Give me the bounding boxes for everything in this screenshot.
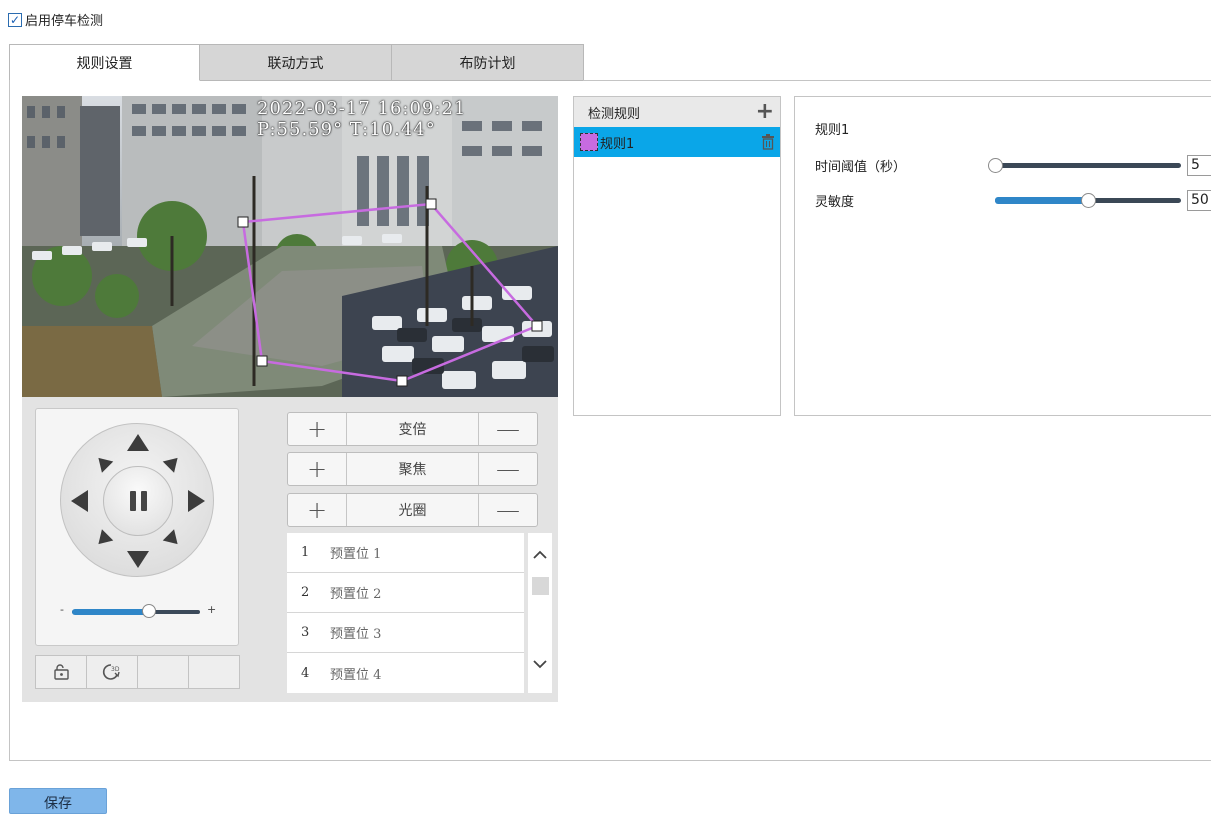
ptz-tool-slot-4[interactable] <box>188 655 240 689</box>
ptz-right-icon[interactable] <box>188 490 205 512</box>
tab-linkage[interactable]: 联动方式 <box>200 44 392 81</box>
osd-datetime: 2022-03-17 16:09:21 <box>257 98 467 119</box>
rule-params-title: 规则1 <box>815 123 850 138</box>
3d-position-icon: 3D <box>102 664 120 680</box>
enable-checkbox[interactable]: ✓ <box>8 12 22 27</box>
rule-params-panel: 规则1 时间阈值（秒） 5 灵敏度 50 <box>794 96 1211 416</box>
iris-control: + 光圈 — <box>287 493 538 527</box>
focus-label: 聚焦 <box>398 462 427 478</box>
ptz-tool-slot-3[interactable] <box>137 655 189 689</box>
lock-button[interactable] <box>35 655 87 689</box>
time-threshold-track[interactable] <box>995 163 1181 168</box>
rule-color-swatch[interactable] <box>580 133 598 151</box>
zoom-control: + 变倍 — <box>287 412 538 446</box>
video-scene <box>22 96 558 397</box>
tab-arming-schedule[interactable]: 布防计划 <box>392 44 584 81</box>
ptz-up-icon[interactable] <box>127 434 149 451</box>
focus-far-button[interactable]: — <box>478 453 537 485</box>
focus-near-button[interactable]: + <box>288 453 347 485</box>
ptz-left-icon[interactable] <box>71 490 88 512</box>
chevron-down-icon[interactable] <box>528 649 552 679</box>
scrollbar-thumb[interactable] <box>532 577 549 595</box>
zoom-in-button[interactable]: + <box>288 413 347 445</box>
preset-name: 预置位 2 <box>330 587 382 602</box>
svg-text:3D: 3D <box>111 666 120 673</box>
ptz-direction-pad[interactable] <box>60 423 214 577</box>
preset-list: 1 预置位 1 2 预置位 2 3 预置位 3 4 预置位 4 <box>287 533 524 693</box>
sensitivity-fill <box>995 197 1088 204</box>
speed-track-fill <box>72 609 149 615</box>
enable-label: 启用停车检测 <box>25 14 104 29</box>
chevron-up-icon[interactable] <box>528 539 552 569</box>
zoom-label: 变倍 <box>398 422 427 438</box>
time-threshold-label: 时间阈值（秒） <box>815 160 907 175</box>
pause-icon <box>129 491 147 511</box>
ptz-toolbar: 3D <box>35 655 240 689</box>
detection-rule-list: 检测规则 + 规则1 <box>573 96 781 416</box>
focus-control: + 聚焦 — <box>287 452 538 486</box>
preset-name: 预置位 1 <box>330 547 382 562</box>
ptz-up-right-icon[interactable] <box>162 452 184 473</box>
tab-bar: 规则设置 联动方式 布防计划 <box>9 44 584 81</box>
speed-plus-label: + <box>207 603 217 616</box>
rule-list-header: 检测规则 + <box>574 97 780 127</box>
iris-label: 光圈 <box>398 503 427 519</box>
preset-number: 3 <box>301 625 310 640</box>
rule-item-name: 规则1 <box>600 136 635 152</box>
rule-list-title: 检测规则 <box>588 106 641 122</box>
preset-number: 4 <box>301 665 310 681</box>
list-item[interactable]: 4 预置位 4 <box>287 653 524 693</box>
enable-parking-detection[interactable]: ✓ 启用停车检测 <box>8 10 103 29</box>
time-threshold-knob[interactable] <box>988 158 1003 173</box>
preset-number: 2 <box>301 585 310 600</box>
ptz-speed-slider[interactable]: - + <box>60 603 220 619</box>
speed-knob[interactable] <box>142 604 156 618</box>
lock-open-icon <box>54 664 69 680</box>
preset-name: 预置位 3 <box>330 627 382 642</box>
sensitivity-input[interactable]: 50 <box>1187 190 1211 211</box>
3d-position-button[interactable]: 3D <box>86 655 138 689</box>
tab-rule-settings[interactable]: 规则设置 <box>9 44 200 81</box>
list-item[interactable]: 2 预置位 2 <box>287 573 524 613</box>
ptz-down-left-icon[interactable] <box>92 529 114 550</box>
iris-open-button[interactable]: + <box>288 494 347 526</box>
preset-number: 1 <box>301 545 310 560</box>
speed-minus-label: - <box>60 603 64 616</box>
live-video[interactable]: 2022-03-17 16:09:21 P:55.59° T:10.44° <box>22 96 558 397</box>
list-item[interactable]: 3 预置位 3 <box>287 613 524 653</box>
sensitivity-knob[interactable] <box>1081 193 1096 208</box>
iris-close-button[interactable]: — <box>478 494 537 526</box>
ptz-up-left-icon[interactable] <box>92 452 114 473</box>
preset-name: 预置位 4 <box>330 667 382 683</box>
rule-item[interactable]: 规则1 <box>574 127 780 157</box>
add-rule-plus-icon[interactable]: + <box>756 101 774 123</box>
ptz-joystick-panel: - + <box>35 408 239 646</box>
zoom-out-button[interactable]: — <box>478 413 537 445</box>
preset-scrollbar[interactable] <box>528 533 552 693</box>
ptz-stop-button[interactable] <box>103 466 173 536</box>
list-item[interactable]: 1 预置位 1 <box>287 533 524 573</box>
sensitivity-row: 灵敏度 50 <box>815 190 1211 211</box>
osd-pan-tilt: P:55.59° T:10.44° <box>257 119 436 140</box>
time-threshold-input[interactable]: 5 <box>1187 155 1211 176</box>
save-button[interactable]: 保存 <box>9 788 107 814</box>
ptz-down-icon[interactable] <box>127 551 149 568</box>
sensitivity-label: 灵敏度 <box>815 195 855 210</box>
time-threshold-row: 时间阈值（秒） 5 <box>815 155 1211 176</box>
trash-icon[interactable] <box>761 134 775 150</box>
ptz-down-right-icon[interactable] <box>162 529 184 550</box>
